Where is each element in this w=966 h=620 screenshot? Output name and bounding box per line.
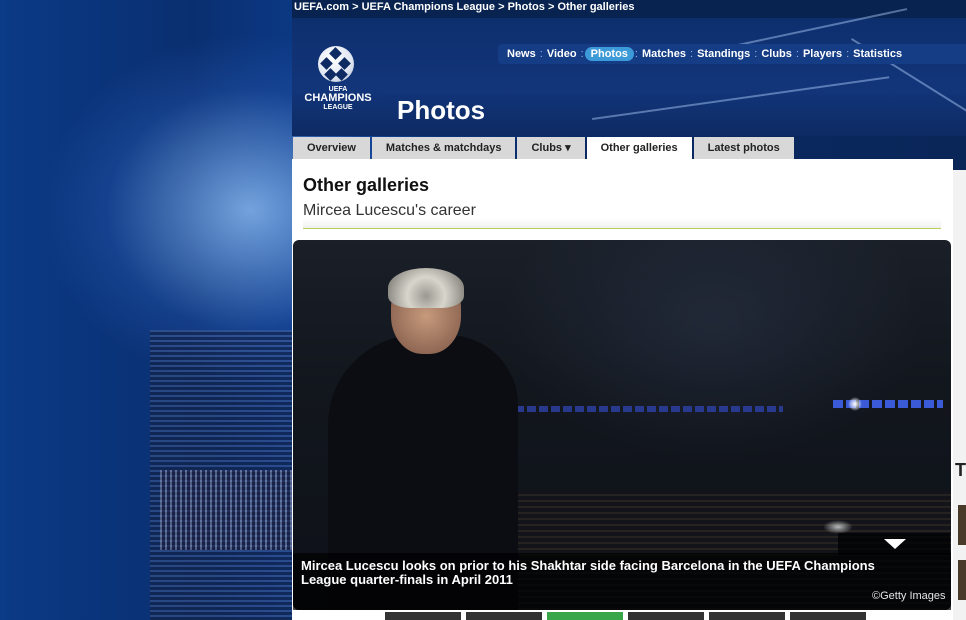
light-beam bbox=[592, 76, 890, 120]
page-header bbox=[292, 8, 966, 136]
nav-news[interactable]: News bbox=[504, 48, 539, 60]
floodlight-flare-low bbox=[823, 520, 853, 534]
nav-standings[interactable]: Standings bbox=[694, 48, 753, 60]
title-divider bbox=[303, 228, 941, 229]
main-nav: News : Video : Photos : Matches : Standi… bbox=[498, 44, 966, 64]
breadcrumb-separator: > bbox=[498, 1, 505, 13]
nav-matches[interactable]: Matches bbox=[639, 48, 689, 60]
nav-players[interactable]: Players bbox=[800, 48, 845, 60]
thumbnail[interactable] bbox=[628, 612, 704, 620]
section-title: Other galleries bbox=[303, 175, 430, 195]
tab-overview[interactable]: Overview bbox=[293, 137, 370, 159]
breadcrumb: UEFA.com > UEFA Champions League > Photo… bbox=[294, 1, 634, 13]
nav-video[interactable]: Video bbox=[544, 48, 580, 60]
sub-tabs: Overview Matches & matchdays Clubs ▾ Oth… bbox=[293, 137, 796, 159]
starball-icon bbox=[318, 46, 354, 82]
sidebar-thumbnail[interactable] bbox=[958, 560, 966, 600]
photo-credit: ©Getty Images bbox=[872, 590, 946, 602]
tab-latest-photos[interactable]: Latest photos bbox=[693, 137, 794, 159]
logo-line-league: LEAGUE bbox=[323, 104, 353, 111]
photo-caption: Mircea Lucescu looks on prior to his Sha… bbox=[301, 558, 875, 587]
thumbnail-active[interactable] bbox=[547, 612, 623, 620]
tab-matches-matchdays[interactable]: Matches & matchdays bbox=[371, 137, 516, 159]
stadium-crowd-image-lower bbox=[160, 470, 300, 550]
breadcrumb-link-uefa[interactable]: UEFA.com bbox=[294, 1, 349, 13]
nav-statistics[interactable]: Statistics bbox=[850, 48, 905, 60]
champions-league-logo[interactable]: UEFA CHAMPIONS LEAGUE bbox=[298, 46, 378, 124]
thumbnail[interactable] bbox=[790, 612, 866, 620]
breadcrumb-link-photos[interactable]: Photos bbox=[508, 1, 545, 13]
triangle-down-icon[interactable] bbox=[884, 539, 906, 549]
sidebar-thumbnail[interactable] bbox=[958, 505, 966, 545]
logo-line-champions: CHAMPIONS bbox=[304, 92, 372, 104]
breadcrumb-separator: > bbox=[352, 1, 359, 13]
thumbnail-strip bbox=[385, 612, 871, 620]
coach-hair bbox=[388, 268, 464, 308]
thumbnail[interactable] bbox=[466, 612, 542, 620]
breadcrumb-current: Other galleries bbox=[557, 1, 635, 13]
sidebar-heading: T bbox=[955, 460, 966, 480]
breadcrumb-separator: > bbox=[547, 1, 555, 13]
title-shadow bbox=[303, 218, 941, 228]
breadcrumb-link-ucl[interactable]: UEFA Champions League bbox=[362, 1, 495, 13]
nav-photos[interactable]: Photos bbox=[584, 47, 634, 61]
thumbnail[interactable] bbox=[385, 612, 461, 620]
tab-clubs[interactable]: Clubs ▾ bbox=[517, 137, 585, 159]
nav-clubs[interactable]: Clubs bbox=[758, 48, 795, 60]
nav-separator: : bbox=[580, 48, 584, 60]
thumbnail[interactable] bbox=[709, 612, 785, 620]
floodlight-flare bbox=[848, 397, 862, 411]
page-title: Photos bbox=[397, 95, 486, 125]
tab-other-galleries[interactable]: Other galleries bbox=[586, 137, 692, 159]
right-sidebar bbox=[953, 170, 966, 620]
logo-wordmark: UEFA CHAMPIONS LEAGUE bbox=[298, 85, 378, 112]
